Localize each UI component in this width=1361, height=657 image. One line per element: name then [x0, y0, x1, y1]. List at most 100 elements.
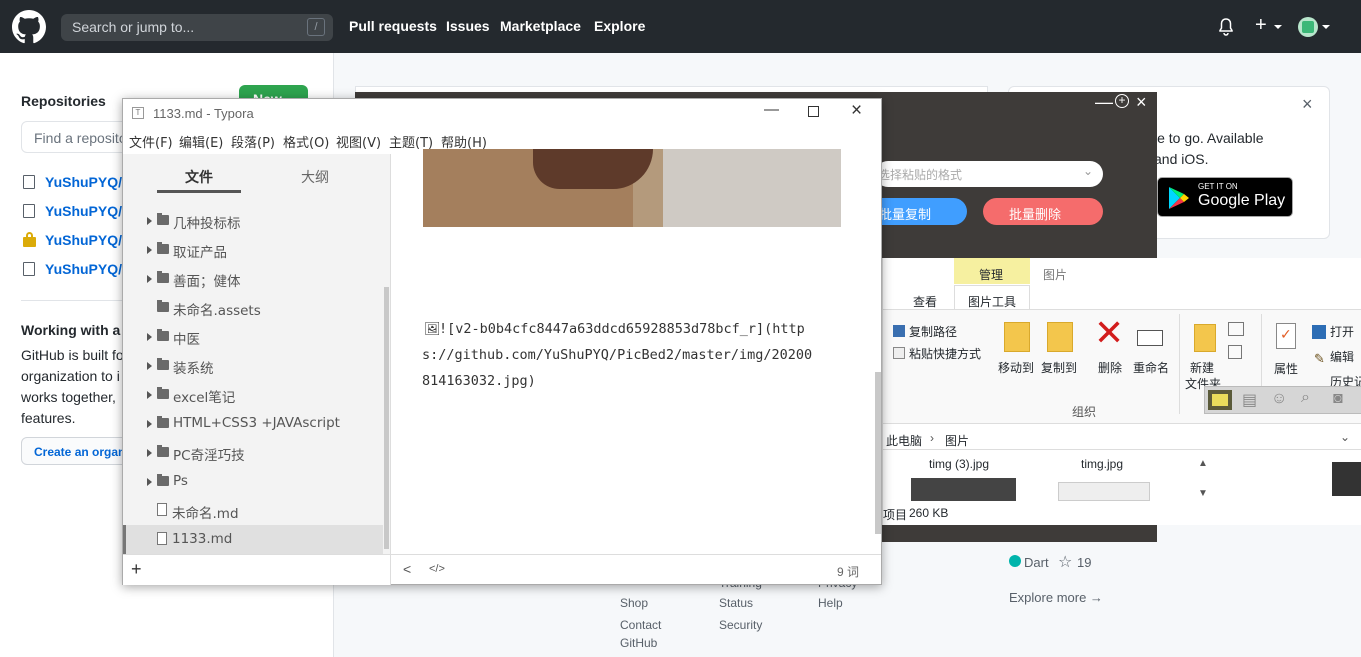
file-name[interactable]: timg (3).jpg: [929, 457, 989, 471]
tab-files[interactable]: 文件: [185, 167, 213, 187]
file-tree-file[interactable]: 1133.md: [123, 525, 383, 554]
group-organize-label: 组织: [1072, 405, 1097, 419]
repo-link[interactable]: YuShuPYQ/P: [45, 203, 131, 219]
footer-link-help[interactable]: Help: [818, 596, 843, 610]
file-thumbnail[interactable]: [1058, 482, 1150, 501]
repo-link[interactable]: YuShuPYQ/p: [45, 261, 131, 277]
chevron-right-icon[interactable]: [147, 333, 152, 341]
tab-view[interactable]: 查看: [913, 293, 937, 310]
paste-format-select[interactable]: 选择粘贴的格式 ⌄: [875, 161, 1103, 187]
chevron-right-icon[interactable]: [147, 449, 152, 457]
footer-link-github[interactable]: GitHub: [620, 636, 657, 650]
paste-shortcut-button[interactable]: 粘贴快捷方式: [909, 345, 981, 362]
chevron-right-icon[interactable]: [147, 275, 152, 283]
footer-link-security[interactable]: Security: [719, 618, 762, 632]
properties-button[interactable]: 属性: [1274, 360, 1298, 377]
breadcrumb-this-pc[interactable]: 此电脑: [886, 432, 922, 449]
chevron-right-icon[interactable]: [147, 391, 152, 399]
scroll-down-icon[interactable]: ▼: [1198, 488, 1208, 499]
nav-explore[interactable]: Explore: [594, 18, 645, 34]
file-tree-folder[interactable]: HTML+CSS3 +JAVAscript: [123, 409, 383, 438]
new-folder-button[interactable]: 新建: [1190, 359, 1214, 376]
embedded-image[interactable]: [423, 149, 841, 227]
menu-paragraph[interactable]: 段落(P): [231, 132, 275, 151]
file-tree-folder[interactable]: Ps: [123, 467, 383, 496]
repo-link[interactable]: YuShuPYQ/P: [45, 174, 131, 190]
file-tree-folder[interactable]: 未命名.assets: [123, 293, 383, 322]
close-icon[interactable]: ×: [1302, 94, 1313, 115]
minimize-icon[interactable]: —: [764, 101, 779, 118]
file-tree-folder[interactable]: 几种投标标: [123, 206, 383, 235]
plus-icon[interactable]: +: [1255, 14, 1267, 37]
editor-scrollbar[interactable]: [875, 372, 881, 534]
explore-more-link[interactable]: Explore more →: [1009, 590, 1103, 605]
chevron-right-icon[interactable]: [147, 478, 152, 486]
menu-view[interactable]: 视图(V): [336, 132, 381, 151]
edit-button[interactable]: 编辑: [1330, 348, 1354, 365]
file-name[interactable]: timg.jpg: [1081, 457, 1123, 471]
close-icon[interactable]: ×: [1136, 92, 1147, 113]
tab-picture-tools[interactable]: 图片工具: [954, 285, 1030, 309]
minimize-icon[interactable]: —: [1095, 92, 1113, 113]
copy-to-button[interactable]: 复制到: [1041, 359, 1077, 376]
bell-icon[interactable]: [1218, 18, 1234, 36]
easy-access-icon[interactable]: [1228, 345, 1242, 359]
markdown-source-line[interactable]: ![v2-b0b4cfc8447a63ddcd65928853d78bcf_r]…: [439, 321, 805, 337]
file-tree-file[interactable]: 未命名.md: [123, 496, 383, 525]
search-input[interactable]: Search or jump to... /: [61, 14, 333, 41]
search-icon[interactable]: ⌕: [1301, 389, 1310, 407]
sidebar-scrollbar[interactable]: [384, 287, 389, 549]
file-tree-folder[interactable]: 装系统: [123, 351, 383, 380]
tab-manage[interactable]: 管理: [954, 258, 1030, 284]
star-icon[interactable]: ☆: [1058, 552, 1072, 572]
file-tree-folder[interactable]: 取证产品: [123, 235, 383, 264]
batch-delete-button[interactable]: 批量删除: [983, 198, 1103, 225]
repo-link[interactable]: YuShuPYQ/P: [45, 232, 131, 248]
file-tree-folder[interactable]: 中医: [123, 322, 383, 351]
chevron-down-icon[interactable]: ⌄: [1340, 430, 1350, 444]
file-tree-folder[interactable]: PC奇淫巧技: [123, 438, 383, 467]
pin-icon[interactable]: +: [1115, 94, 1129, 108]
rename-button[interactable]: 重命名: [1133, 359, 1169, 376]
github-logo-icon[interactable]: [12, 10, 46, 44]
menu-format[interactable]: 格式(O): [283, 132, 329, 151]
source-mode-button[interactable]: </>: [429, 563, 445, 575]
nav-marketplace[interactable]: Marketplace: [500, 18, 581, 34]
camera-icon[interactable]: ◙: [1333, 390, 1343, 408]
chevron-right-icon[interactable]: [147, 246, 152, 254]
delete-button[interactable]: 删除: [1098, 359, 1122, 376]
file-tree-folder[interactable]: 善面；健体: [123, 264, 383, 293]
nav-issues[interactable]: Issues: [446, 18, 490, 34]
markdown-source-line[interactable]: 814163032.jpg): [422, 373, 536, 389]
file-thumbnail[interactable]: [911, 478, 1016, 501]
footer-link-status[interactable]: Status: [719, 596, 753, 610]
add-file-button[interactable]: +: [131, 559, 142, 580]
new-item-icon[interactable]: [1228, 322, 1244, 336]
markdown-source-line[interactable]: s://github.com/YuShuPYQ/PicBed2/master/i…: [422, 347, 812, 363]
breadcrumb-separator: ›: [930, 431, 934, 445]
move-to-button[interactable]: 移动到: [998, 359, 1034, 376]
scroll-up-icon[interactable]: ▲: [1198, 458, 1208, 469]
sticky-note-icon[interactable]: [1208, 390, 1232, 410]
close-icon[interactable]: ×: [851, 100, 862, 122]
breadcrumb-pictures[interactable]: 图片: [945, 432, 969, 449]
copy-path-button[interactable]: 复制路径: [909, 323, 957, 340]
avatar[interactable]: [1298, 17, 1318, 37]
footer-link-shop[interactable]: Shop: [620, 596, 648, 610]
chevron-right-icon[interactable]: [147, 217, 152, 225]
footer-link-contact[interactable]: Contact: [620, 618, 661, 632]
google-play-badge[interactable]: GET IT ON Google Play: [1157, 177, 1293, 217]
chevron-right-icon[interactable]: [147, 420, 152, 428]
back-button[interactable]: <: [403, 561, 411, 577]
menu-edit[interactable]: 编辑(E): [179, 132, 223, 151]
people-icon[interactable]: ☺: [1271, 390, 1287, 408]
document-icon[interactable]: ▤: [1242, 390, 1257, 410]
file-thumbnail[interactable]: [1332, 462, 1361, 496]
tab-outline[interactable]: 大纲: [301, 167, 329, 187]
open-button[interactable]: 打开: [1330, 323, 1354, 340]
menu-file[interactable]: 文件(F): [129, 132, 173, 151]
chevron-right-icon[interactable]: [147, 362, 152, 370]
nav-pull-requests[interactable]: Pull requests: [349, 18, 437, 34]
file-tree-folder[interactable]: excel笔记: [123, 380, 383, 409]
maximize-icon[interactable]: [808, 106, 819, 117]
